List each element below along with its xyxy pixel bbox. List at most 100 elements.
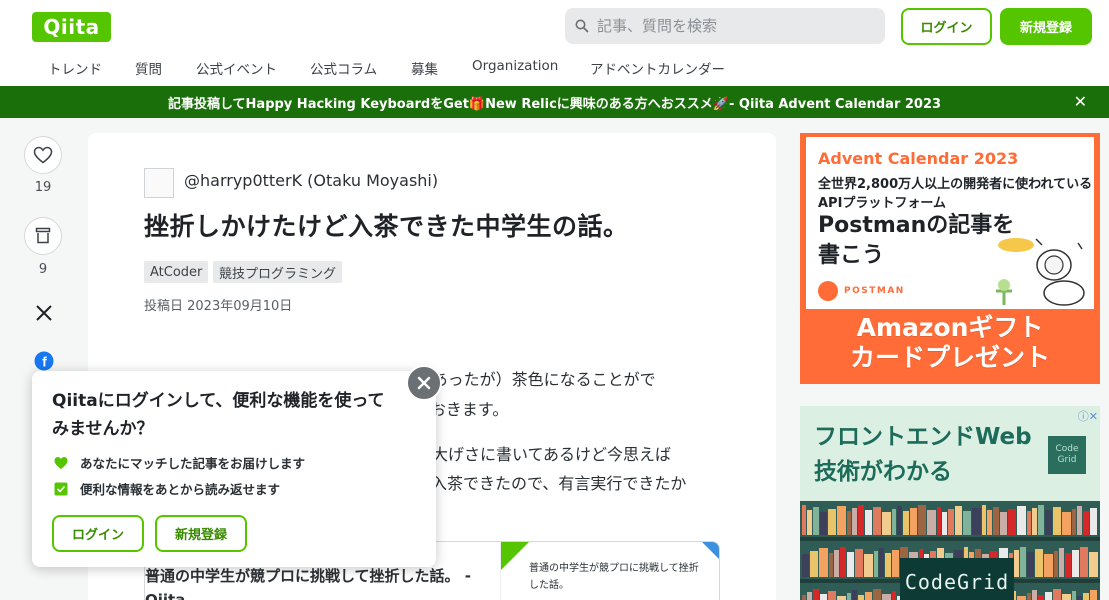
author-avatar[interactable] [144,168,174,198]
book-decoration [1008,509,1016,535]
book-decoration [820,512,827,535]
tag-competitive-programming[interactable]: 競技プログラミング [213,261,343,283]
postman-logo: POSTMAN [818,281,905,301]
book-decoration [813,507,819,535]
nav-recruit[interactable]: 募集 [411,58,438,78]
x-share-icon[interactable] [32,301,56,325]
book-decoration [1089,552,1098,577]
author-name[interactable]: @harryp0tterK (Otaku Moyashi) [184,171,438,190]
book-decoration [987,510,992,535]
book-decoration [1059,548,1064,577]
book-decoration [937,507,941,535]
book-decoration [837,596,846,600]
codegrid-brand: CodeGrid [900,558,1014,600]
book-decoration [864,554,873,577]
stock-button[interactable] [24,217,62,255]
popup-close-icon[interactable] [406,365,442,401]
link-card-thumbnail[interactable]: 普通の中学生が競プロに挑戦して挫折した話。 [500,542,719,600]
book-decoration [1062,594,1071,600]
search-input[interactable] [597,17,867,35]
book-decoration [874,551,878,577]
stock-count: 9 [38,262,48,277]
nav-official-events[interactable]: 公式イベント [196,58,277,78]
book-decoration [847,593,851,600]
book-decoration [852,590,857,600]
book-decoration [1072,550,1079,577]
nav-trend[interactable]: トレンド [48,58,102,78]
book-decoration [1080,547,1088,577]
book-decoration [1027,552,1034,577]
book-decoration [892,591,896,600]
link-card-title[interactable]: 普通の中学生が競プロに挑戦して挫折した話。 - Qiita [145,564,485,600]
book-decoration [982,505,986,535]
book-decoration [810,551,818,577]
book-decoration [855,549,863,577]
book-decoration [1027,593,1031,600]
popup-feature: あなたにマッチした記事をお届けします [54,453,305,472]
book-decoration [840,547,846,577]
book-decoration [892,509,896,535]
book-decoration [847,552,854,577]
book-decoration [1062,512,1071,535]
book-decoration [963,511,971,535]
nav-questions[interactable]: 質問 [135,58,162,78]
banner-close-icon[interactable]: ✕ [1074,92,1087,111]
popup-title: Qiitaにログインして、便利な機能を使ってみませんか？ [52,391,385,439]
book-decoration [807,510,812,535]
book-decoration [1044,554,1053,577]
astronaut-illustration-icon [996,238,1085,306]
book-decoration [1083,511,1089,535]
postman-ad[interactable]: Advent Calendar 2023 全世界2,800万人以上の開発者に使わ… [800,133,1100,384]
ad-promo: Amazonギフト カードプレゼント [800,313,1100,373]
book-decoration [1045,510,1052,535]
book-decoration [1090,508,1097,535]
book-decoration [1072,591,1076,600]
book-decoration [1083,593,1089,600]
qiita-logo[interactable]: Qiita [32,12,111,42]
book-decoration [819,548,828,577]
nav-official-columns[interactable]: 公式コラム [310,58,377,78]
book-decoration [1077,596,1082,600]
book-decoration [882,512,891,535]
book-decoration [948,509,954,535]
facebook-share-icon[interactable]: f [32,349,56,373]
signup-button[interactable]: 新規登録 [1000,8,1092,45]
tag-atcoder[interactable]: AtCoder [144,261,209,283]
postman-icon [818,281,838,301]
popup-signup-button[interactable]: 新規登録 [155,515,247,552]
feature-text: 便利な情報をあとから読み返せます [80,482,281,497]
promo-banner[interactable]: 記事投稿してHappy Hacking KeyboardをGet🎁New Rel… [0,86,1109,118]
book-decoration [993,507,999,535]
book-decoration [837,506,846,535]
book-decoration [1014,550,1019,577]
book-decoration [1038,595,1044,600]
ad-info-icon[interactable]: ⓘ✕ [1078,408,1098,424]
search-icon [575,19,589,33]
book-decoration [1054,551,1058,577]
book-decoration [807,592,812,600]
posted-date: 投稿日 2023年09月10日 [144,299,293,314]
book-decoration [1077,506,1082,535]
feature-text: あなたにマッチした記事をお届けします [80,456,306,471]
login-button[interactable]: ログイン [901,8,992,45]
codegrid-logo: Code Grid [1048,436,1086,474]
codegrid-ad[interactable]: ⓘ✕ フロントエンドWeb技術がわかる Code Grid CodeGrid [800,406,1100,600]
check-icon [54,482,68,495]
like-button[interactable] [24,136,62,174]
article-title: 挫折しかけたけど入茶できた中学生の話。 [144,212,629,241]
book-decoration [1065,553,1071,577]
banner-text[interactable]: 記事投稿してHappy Hacking KeyboardをGet🎁New Rel… [168,93,941,112]
book-decoration [828,591,836,600]
book-decoration [927,510,936,535]
postman-brand-text: POSTMAN [844,286,905,296]
nav-advent-calendar[interactable]: アドベントカレンダー [590,58,725,78]
popup-login-button[interactable]: ログイン [52,515,144,552]
book-decoration [1090,590,1097,600]
book-decoration [879,548,884,577]
nav-organization[interactable]: Organization [472,58,558,74]
book-decoration [885,553,891,577]
heart-icon [54,456,68,469]
thumb-text: 普通の中学生が競プロに挑戦して挫折した話。 [529,563,699,591]
search-box[interactable] [565,8,885,44]
book-decoration [858,505,864,535]
